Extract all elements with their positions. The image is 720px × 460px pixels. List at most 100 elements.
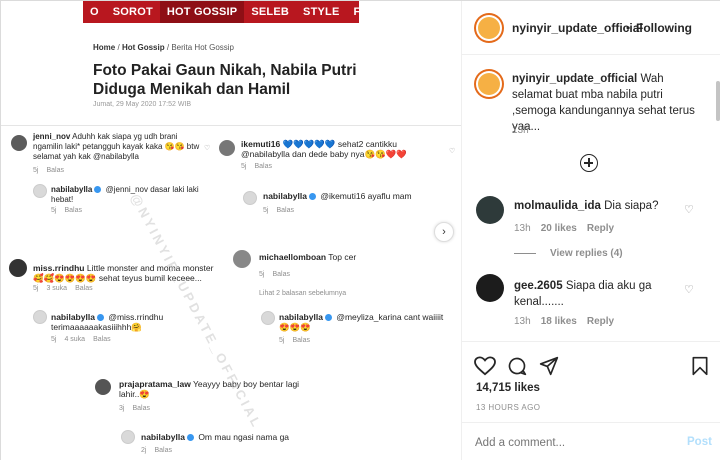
meta-reply: Balas	[254, 163, 272, 170]
meta-time: 2j	[141, 447, 147, 454]
reply-button[interactable]: Reply	[587, 223, 614, 234]
breadcrumb-home: Home	[93, 43, 116, 52]
divider	[1, 125, 461, 126]
comment-user: michaellomboan	[259, 252, 327, 262]
image-comment: prajapratama_law Yeayyy baby boy bentar …	[119, 379, 319, 399]
meta-reply: Balas	[292, 337, 310, 344]
comment-user: jenni_nov	[33, 132, 71, 141]
verified-icon	[324, 314, 332, 322]
avatar	[121, 430, 135, 444]
nav-item: STYLE	[303, 6, 340, 18]
separator-dot: •	[626, 21, 631, 35]
commenter-avatar[interactable]	[476, 274, 504, 302]
breadcrumb: Home / Hot Gossip / Berita Hot Gossip	[93, 43, 234, 52]
breadcrumb-category: Hot Gossip	[121, 43, 165, 52]
meta-reply: Balas	[154, 447, 172, 454]
avatar	[261, 311, 275, 325]
meta-likes: 4 suka	[64, 336, 86, 343]
account-avatar[interactable]	[474, 13, 504, 43]
comment-likes[interactable]: 20 likes	[541, 223, 577, 234]
reply-button[interactable]: Reply	[587, 316, 614, 327]
nav-item-active: HOT GOSSIP	[159, 1, 245, 23]
add-comment-input[interactable]	[475, 433, 665, 453]
account-name[interactable]: nyinyir_update_official	[512, 21, 643, 35]
comment-meta: 5j 4 suka Balas	[51, 336, 119, 343]
comment-user: nabilabylla	[141, 432, 185, 442]
comment-user: prajapratama_law	[119, 379, 191, 389]
avatar-image	[478, 73, 500, 95]
next-arrow-icon: ›	[434, 222, 454, 242]
meta-time: 3j	[119, 405, 125, 412]
comment-meta: 5j Balas	[33, 167, 72, 174]
heart-icon: ♡	[449, 148, 456, 155]
comment-user[interactable]: molmaulida_ida	[514, 200, 601, 212]
nav-item: SOROT	[112, 6, 153, 18]
comment: molmaulida_ida Dia siapa?	[514, 200, 658, 212]
meta-reply: Balas	[93, 336, 111, 343]
caption: nyinyir_update_official Wah selamat buat…	[512, 71, 707, 135]
meta-likes: 3 suka	[46, 285, 68, 292]
post-image: O SOROT HOT GOSSIP SELEB STYLE FILM & MU…	[1, 1, 461, 460]
breadcrumb-separator: /	[117, 43, 120, 52]
article-date: Jumat, 29 May 2020 17:52 WIB	[93, 101, 192, 108]
nav-item: FILM & MU	[353, 6, 360, 18]
view-replies-label: View replies (4)	[550, 248, 623, 259]
nav-item: O	[90, 6, 99, 18]
article-navbar: O SOROT HOT GOSSIP SELEB STYLE FILM & MU	[83, 1, 359, 23]
comment: gee.2605 Siapa dia aku ga kenal.......	[514, 278, 679, 310]
avatar	[33, 184, 47, 198]
avatar	[243, 191, 257, 205]
comment-icon[interactable]	[507, 356, 527, 376]
scrollbar[interactable]	[716, 81, 720, 121]
comment-user: nabilabylla	[51, 312, 95, 322]
divider	[514, 252, 536, 254]
share-icon[interactable]	[539, 356, 559, 376]
follow-button[interactable]: Following	[636, 21, 692, 35]
avatar	[11, 135, 27, 151]
meta-time: 5j	[33, 285, 39, 292]
comment-user[interactable]: gee.2605	[514, 280, 563, 292]
article-headline: Foto Pakai Gaun Nikah, Nabila Putri Didu…	[93, 62, 357, 98]
commenter-avatar[interactable]	[476, 196, 504, 224]
meta-time: 5j	[51, 207, 57, 214]
verified-icon	[186, 434, 194, 442]
comment-user: nabilabylla	[263, 191, 307, 201]
post-comment-button[interactable]: Post	[687, 436, 712, 448]
load-more-comments-icon[interactable]	[580, 154, 598, 172]
verified-icon	[308, 193, 316, 201]
like-comment-icon[interactable]: ♡	[684, 283, 694, 296]
comment-user: nabilabylla	[51, 185, 93, 194]
post-header: nyinyir_update_official • Following	[462, 1, 720, 55]
meta-reply: Balas	[132, 405, 150, 412]
comment-likes[interactable]: 18 likes	[541, 316, 577, 327]
meta-reply: Balas	[75, 285, 93, 292]
caption-user[interactable]: nyinyir_update_official	[512, 73, 637, 85]
comment-user: miss.rrindhu	[33, 263, 85, 273]
breadcrumb-page: Berita Hot Gossip	[171, 43, 235, 52]
verified-icon	[94, 186, 102, 194]
nav-item: SELEB	[251, 6, 290, 18]
comment-user: nabilabylla	[279, 312, 323, 322]
like-icon[interactable]	[474, 356, 496, 376]
view-replies-button[interactable]: View replies (4)	[514, 248, 623, 259]
meta-time: 5j	[33, 167, 39, 174]
caption-time: 13h	[512, 125, 529, 136]
comment-user: ikemuti16	[241, 139, 281, 149]
comment-meta: 5j Balas	[279, 337, 318, 344]
image-comment: nabilabylla @ikemuti16 ayaflu mam	[263, 191, 443, 201]
comment-meta: 13h 20 likes Reply	[514, 223, 614, 234]
likes-count[interactable]: 14,715 likes	[476, 382, 540, 394]
avatar	[9, 259, 27, 277]
avatar-image	[478, 17, 500, 39]
like-comment-icon[interactable]: ♡	[684, 203, 694, 216]
image-comment: michaellomboan Top cer	[259, 252, 429, 262]
save-icon[interactable]	[691, 356, 709, 376]
image-comment: ikemuti16 💙💙💙💙💙 sehat2 cantikku @nabilab…	[241, 139, 436, 159]
comment-meta: 5j Balas	[263, 207, 302, 214]
add-comment-bar: Post	[462, 422, 720, 460]
caption-avatar[interactable]	[474, 69, 504, 99]
post-timestamp: 13 HOURS AGO	[476, 403, 541, 412]
comment-meta: 5j Balas	[51, 207, 90, 214]
comment-meta: 2j Balas	[141, 447, 180, 454]
breadcrumb-separator: /	[166, 43, 170, 52]
